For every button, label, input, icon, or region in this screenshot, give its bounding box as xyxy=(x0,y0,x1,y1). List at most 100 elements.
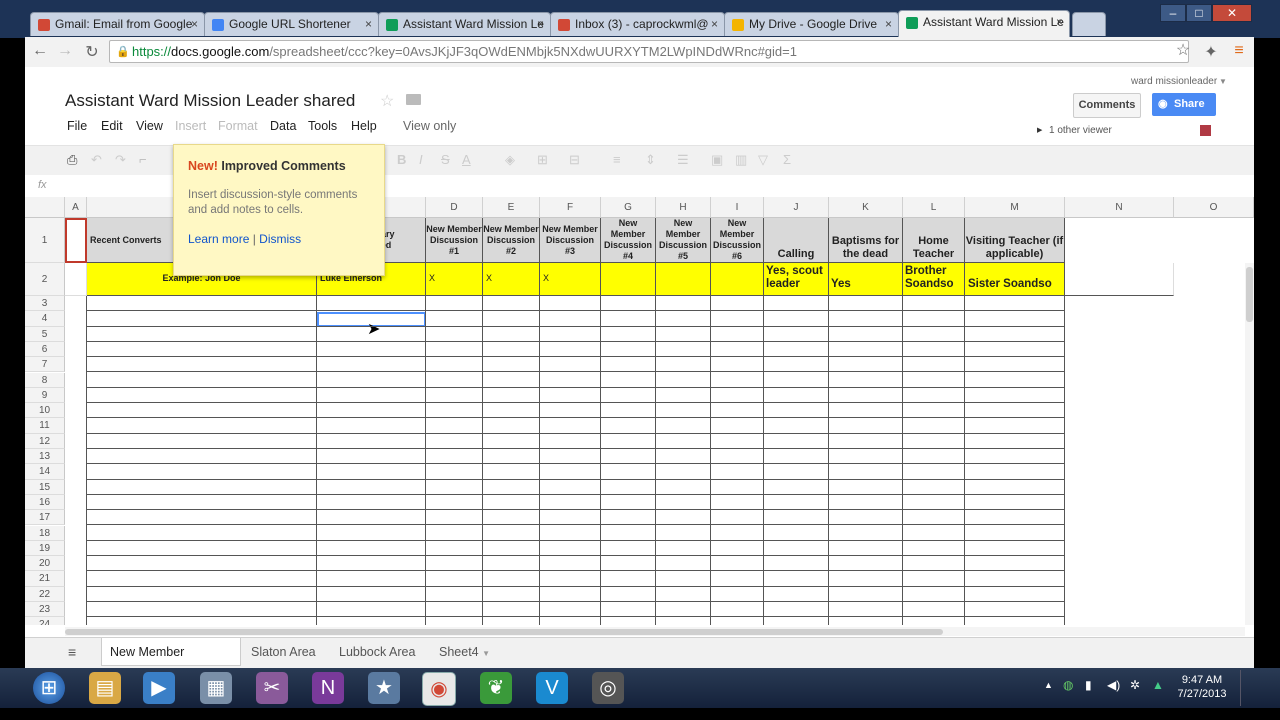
extension-icon[interactable]: ✦ xyxy=(1201,42,1221,62)
snipping-tool-icon[interactable]: ✂ xyxy=(256,672,288,704)
tray-device-icon[interactable]: ▮ xyxy=(1085,678,1092,692)
col-header-e[interactable]: E xyxy=(483,197,540,218)
row-header[interactable]: 17 xyxy=(25,510,65,526)
cell-baptisms[interactable]: Yes xyxy=(829,263,903,296)
functions-icon[interactable]: Σ xyxy=(783,152,791,167)
cell-calling[interactable]: Yes, scout leader xyxy=(764,263,829,296)
menu-insert[interactable]: Insert xyxy=(175,119,206,133)
clock[interactable]: 9:47 AM 7/27/2013 xyxy=(1172,673,1232,701)
col-header-h[interactable]: H xyxy=(656,197,711,218)
table-row[interactable] xyxy=(87,464,1065,480)
tray-expand-icon[interactable]: ▲ xyxy=(1044,680,1053,690)
cell-a1[interactable] xyxy=(65,218,87,263)
col-header-f[interactable]: F xyxy=(540,197,601,218)
close-tab-icon[interactable]: × xyxy=(191,17,198,31)
table-row[interactable] xyxy=(87,342,1065,358)
chevron-down-icon[interactable]: ▼ xyxy=(482,649,490,658)
horizontal-scroll-thumb[interactable] xyxy=(65,629,943,635)
new-tab-button[interactable] xyxy=(1072,12,1106,36)
menu-edit[interactable]: Edit xyxy=(101,119,123,133)
close-tab-icon[interactable]: × xyxy=(1056,15,1063,29)
folder-icon[interactable] xyxy=(406,94,421,105)
cell-n2[interactable] xyxy=(1065,263,1174,296)
paint-format-icon[interactable]: ⌐ xyxy=(139,152,147,167)
row-header[interactable]: 16 xyxy=(25,494,65,511)
header-visiting-teacher[interactable]: Visiting Teacher (if applicable) xyxy=(965,218,1065,263)
cell-discussion-3[interactable]: X xyxy=(540,263,601,296)
viewers-count[interactable]: 1 other viewer xyxy=(1049,125,1112,136)
table-row[interactable] xyxy=(87,403,1065,419)
italic-icon[interactable]: I xyxy=(419,152,423,167)
table-row[interactable] xyxy=(87,357,1065,373)
header-discussion-4[interactable]: New Member Discussion #4 xyxy=(601,218,656,263)
table-row[interactable] xyxy=(87,602,1065,618)
col-header-n[interactable]: N xyxy=(1065,197,1174,218)
row-header[interactable]: 11 xyxy=(25,418,65,434)
row-header[interactable]: 14 xyxy=(25,464,65,480)
row-header[interactable]: 2 xyxy=(25,263,65,296)
minimize-button[interactable]: – xyxy=(1160,4,1186,22)
browser-tab-url-shortener[interactable]: Google URL Shortener × xyxy=(204,12,379,36)
browser-tab-gmail[interactable]: Gmail: Email from Google × xyxy=(30,12,205,36)
reload-icon[interactable]: ↻ xyxy=(82,42,102,62)
row-header[interactable]: 21 xyxy=(25,571,65,587)
chart-icon[interactable]: ▥ xyxy=(735,152,747,168)
cell-home-teacher[interactable]: Brother Soandso xyxy=(903,263,965,296)
row-header[interactable]: 24 xyxy=(25,617,65,625)
vertical-scroll-thumb[interactable] xyxy=(1246,267,1253,322)
sheet-tab-sheet4[interactable]: Sheet4 ▼ xyxy=(431,638,499,666)
maximize-button[interactable]: □ xyxy=(1186,4,1212,22)
close-window-button[interactable]: ✕ xyxy=(1212,4,1252,22)
show-desktop-button[interactable] xyxy=(1240,670,1253,706)
col-header-k[interactable]: K xyxy=(829,197,903,218)
table-row[interactable] xyxy=(87,296,1065,312)
back-icon[interactable]: ← xyxy=(30,42,50,60)
cell-discussion-2[interactable]: X xyxy=(483,263,540,296)
star-icon[interactable]: ☆ xyxy=(380,91,394,111)
tray-app-icon[interactable]: ◍ xyxy=(1063,678,1073,692)
borders-icon[interactable]: ⊞ xyxy=(537,152,548,168)
col-header-m[interactable]: M xyxy=(965,197,1065,218)
header-baptisms[interactable]: Baptisms for the dead xyxy=(829,218,903,263)
header-discussion-2[interactable]: New Member Discussion #2 xyxy=(483,218,540,263)
table-row[interactable] xyxy=(87,311,1065,327)
sheet-tab-new-member-tracking[interactable]: New Member Tracking ▼ xyxy=(101,638,241,687)
share-button[interactable]: ◉ Share xyxy=(1152,93,1216,116)
address-bar[interactable]: 🔒 https://docs.google.com/spreadsheet/ccc… xyxy=(109,40,1189,63)
row-header[interactable]: 13 xyxy=(25,449,65,465)
menu-format[interactable]: Format xyxy=(218,119,258,133)
star-icon[interactable]: ☆ xyxy=(1173,40,1193,60)
all-sheets-icon[interactable]: ≡ xyxy=(68,644,76,660)
header-calling[interactable]: Calling xyxy=(764,218,829,263)
cell-a2[interactable] xyxy=(65,263,87,296)
comments-button[interactable]: Comments xyxy=(1073,93,1141,118)
doc-title[interactable]: Assistant Ward Mission Leader shared xyxy=(65,91,355,111)
row-header[interactable]: 1 xyxy=(25,218,65,263)
sheet-tab-lubbock-area[interactable]: Lubbock Area ▼ xyxy=(331,638,431,686)
sheet-tab-slaton-area[interactable]: Slaton Area ▼ xyxy=(243,638,331,686)
table-row[interactable] xyxy=(87,373,1065,388)
row-header[interactable]: 23 xyxy=(25,602,65,618)
table-row[interactable] xyxy=(87,571,1065,587)
row-header[interactable]: 12 xyxy=(25,433,65,449)
volume-icon[interactable]: ◀) xyxy=(1107,678,1120,692)
col-header-j[interactable]: J xyxy=(764,197,829,218)
table-row[interactable] xyxy=(87,434,1065,449)
select-all-corner[interactable] xyxy=(25,197,65,218)
chrome-icon[interactable]: ◉ xyxy=(422,672,456,706)
row-header[interactable]: 3 xyxy=(25,296,65,312)
row-header[interactable]: 4 xyxy=(25,311,65,327)
filter-icon[interactable]: ▽ xyxy=(758,152,768,168)
header-discussion-6[interactable]: New Member Discussion #6 xyxy=(711,218,764,263)
browser-tab-inbox[interactable]: Inbox (3) - caprockwml@ × xyxy=(550,12,725,36)
redo-icon[interactable]: ↷ xyxy=(115,152,126,168)
row-header[interactable]: 9 xyxy=(25,387,65,404)
menu-view[interactable]: View xyxy=(136,119,163,133)
calculator-icon[interactable]: ▦ xyxy=(200,672,232,704)
header-home-teacher[interactable]: Home Teacher xyxy=(903,218,965,263)
col-header-a[interactable]: A xyxy=(65,197,87,218)
vertical-scrollbar[interactable] xyxy=(1245,263,1254,625)
viewer-avatar[interactable] xyxy=(1200,125,1211,136)
cell-discussion-1[interactable]: X xyxy=(426,263,483,296)
menu-tools[interactable]: Tools xyxy=(308,119,337,133)
